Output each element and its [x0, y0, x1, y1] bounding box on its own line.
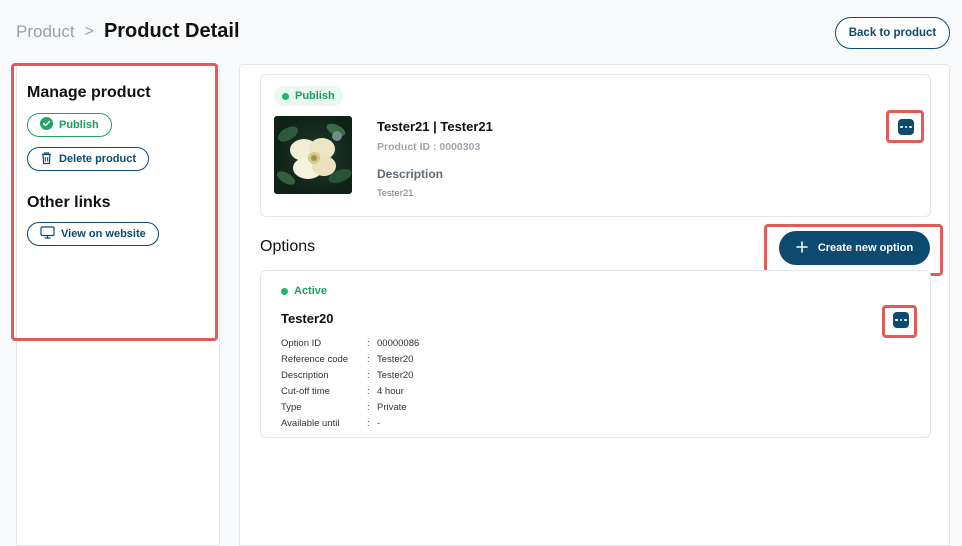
breadcrumb: Product > Product Detail — [16, 20, 240, 43]
monitor-icon — [40, 226, 55, 242]
option-details: Option ID:00000086 Reference code: Tester… — [281, 335, 419, 431]
field-key: Reference code — [281, 353, 349, 365]
field-value: Tester20 — [377, 353, 414, 365]
create-new-option-label: Create new option — [817, 242, 914, 254]
field-value: 4 hour — [377, 385, 404, 397]
other-links-heading: Other links — [27, 194, 111, 211]
view-on-website-button[interactable]: View on website — [27, 222, 159, 246]
field-key: Option ID — [281, 337, 322, 349]
option-field-row: Description: Tester20 — [281, 369, 414, 381]
breadcrumb-separator: > — [84, 22, 94, 40]
options-heading: Options — [260, 238, 316, 255]
main-content: Publish Tester21 | Tester21 Product ID :… — [239, 64, 950, 546]
publish-button[interactable]: Publish — [27, 113, 112, 137]
option-status-text: Active — [294, 285, 328, 297]
status-dot-icon — [282, 92, 289, 100]
option-field-row: Available until: - — [281, 417, 381, 429]
field-key: Available until — [281, 417, 340, 429]
option-card: Active Tester20 Option ID:00000086 Refer… — [260, 270, 931, 438]
description-label: Description — [377, 167, 444, 181]
status-badge: Publish — [274, 86, 343, 106]
manage-product-heading: Manage product — [27, 84, 151, 101]
more-dots-icon — [895, 318, 898, 322]
create-new-option-button[interactable]: Create new option — [779, 231, 930, 265]
field-key: Description — [281, 369, 329, 381]
sidebar: Manage product Publish Delete product Ot… — [16, 64, 220, 546]
delete-product-button[interactable]: Delete product — [27, 147, 150, 171]
option-field-row: Option ID:00000086 — [281, 337, 420, 349]
option-status-badge: Active — [281, 285, 327, 297]
page-title: Product Detail — [103, 20, 240, 42]
plus-icon — [796, 240, 808, 256]
check-circle-icon — [40, 117, 53, 133]
publish-label: Publish — [59, 119, 99, 131]
product-card: Publish Tester21 | Tester21 Product ID :… — [260, 74, 931, 217]
product-id: Product ID : 0000303 — [377, 141, 481, 153]
option-field-row: Type: Private — [281, 401, 407, 413]
field-value: - — [377, 417, 381, 429]
breadcrumb-product-link[interactable]: Product — [16, 22, 75, 42]
option-field-row: Reference code: Tester20 — [281, 353, 414, 365]
more-dots-icon — [900, 125, 903, 129]
field-value: 00000086 — [377, 337, 420, 349]
status-dot-icon — [281, 287, 288, 295]
status-text: Publish — [295, 90, 335, 102]
back-to-product-button[interactable]: Back to product — [835, 17, 950, 49]
field-key: Cut-off time — [281, 385, 330, 397]
option-name: Tester20 — [281, 311, 334, 326]
delete-product-label: Delete product — [59, 153, 137, 165]
option-field-row: Cut-off time:4 hour — [281, 385, 404, 397]
product-image — [274, 116, 352, 194]
field-value: Private — [377, 401, 407, 413]
product-name: Tester21 | Tester21 — [377, 119, 493, 134]
option-more-button[interactable] — [893, 312, 909, 328]
trash-icon — [40, 151, 53, 168]
product-more-button[interactable] — [898, 119, 914, 135]
field-value: Tester20 — [377, 369, 414, 381]
description-value: Tester21 — [377, 188, 414, 199]
view-on-website-label: View on website — [61, 228, 146, 240]
field-key: Type — [281, 401, 302, 413]
